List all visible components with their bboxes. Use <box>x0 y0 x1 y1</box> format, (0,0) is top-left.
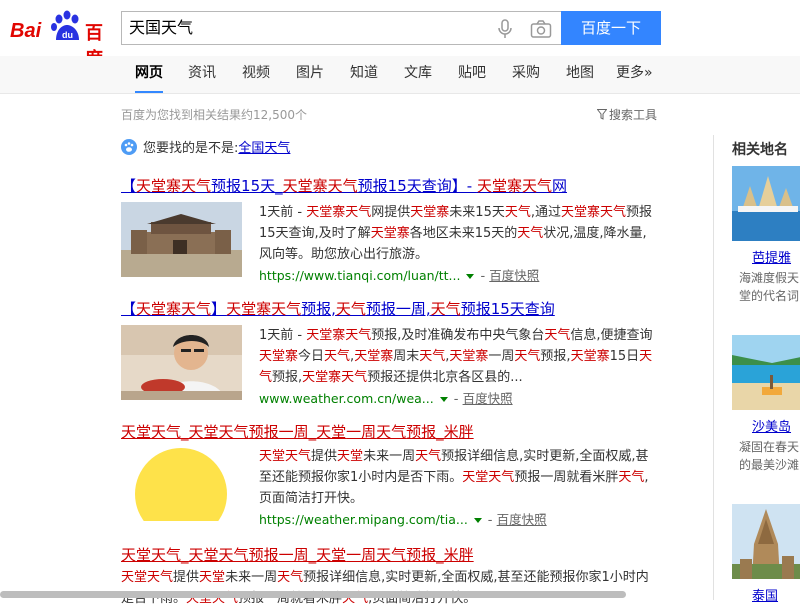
place-image[interactable] <box>732 504 800 579</box>
tab-more[interactable]: 更多» <box>616 56 653 91</box>
result-title[interactable]: 【天堂寨天气预报15天_天堂寨天气预报15天查询】- 天堂寨天气网 <box>121 175 567 196</box>
result-snippet: 天堂天气提供天堂未来一周天气预报详细信息,实时更新,全面权威,甚至还能预报你家1… <box>121 570 649 606</box>
place-image[interactable] <box>732 335 800 410</box>
result-url[interactable]: www.weather.com.cn/wea... <box>259 391 434 406</box>
logo-bai-text: Bai <box>10 20 42 42</box>
tab-video[interactable]: 视频 <box>242 56 270 91</box>
tab-caigou[interactable]: 采购 <box>512 56 540 91</box>
tab-tieba[interactable]: 贴吧 <box>458 56 486 91</box>
dropdown-arrow-icon[interactable] <box>473 518 482 523</box>
result-thumbnail[interactable] <box>121 325 242 400</box>
result-count: 百度为您找到相关结果约12,500个 <box>121 108 307 122</box>
result-title[interactable]: 天堂天气_天堂天气预报一周_天堂一周天气预报_米胖 <box>121 421 474 442</box>
tab-news[interactable]: 资讯 <box>188 56 216 91</box>
result-snippet: 天堂天气提供天堂未来一周天气预报详细信息,实时更新,全面权威,甚至还能预报你家1… <box>259 449 649 528</box>
place-link[interactable]: 芭提雅 <box>752 247 791 266</box>
dropdown-arrow-icon[interactable] <box>466 274 475 279</box>
tab-web[interactable]: 网页 <box>135 56 163 93</box>
paw-badge-icon <box>121 139 137 155</box>
place-description: 凝固在春天 的最美沙滩 <box>739 440 800 472</box>
horizontal-scrollbar[interactable] <box>0 591 626 598</box>
tab-zhidao[interactable]: 知道 <box>350 56 378 91</box>
result-title[interactable]: 天堂天气_天堂天气预报一周_天堂一周天气预报_米胖 <box>121 544 474 565</box>
result-snippet: 1天前 - 天堂寨天气预报,及时准确发布中央气象台天气信息,便捷查询天堂寨今日天… <box>259 328 653 407</box>
tab-images[interactable]: 图片 <box>296 56 324 91</box>
search-tools-button[interactable]: 搜索工具 <box>596 106 658 123</box>
search-button[interactable]: 百度一下 <box>561 11 661 45</box>
result-title[interactable]: 【天堂寨天气】天堂寨天气预报,天气预报一周,天气预报15天查询 <box>121 298 555 319</box>
dropdown-arrow-icon[interactable] <box>439 397 448 402</box>
place-description: 海滩度假天 堂的代名词 <box>739 271 800 303</box>
microphone-icon[interactable] <box>495 19 515 39</box>
search-tools-label: 搜索工具 <box>609 108 658 122</box>
baidu-logo[interactable]: Bai du 百度 <box>10 10 114 70</box>
result-url[interactable]: https://www.tianqi.com/luan/tt... <box>259 268 460 283</box>
did-you-mean-link[interactable]: 全国天气 <box>238 141 290 156</box>
cache-link[interactable]: 百度快照 <box>463 391 513 406</box>
place-link[interactable]: 沙美岛 <box>752 416 791 435</box>
result-url[interactable]: https://weather.mipang.com/tia... <box>259 512 468 527</box>
place-link[interactable]: 泰国 <box>752 585 778 604</box>
result-thumbnail[interactable] <box>121 446 242 521</box>
did-you-mean: 您要找的是不是:全国天气 <box>121 139 290 157</box>
filter-icon <box>596 109 608 120</box>
logo-du-text: du <box>62 30 73 40</box>
related-places-sidebar: 相关地名 芭提雅 海滩度假天 堂的代名词 沙美岛 凝固在春天 的最美沙滩 泰国 <box>713 135 800 604</box>
search-input[interactable]: 天国天气 <box>129 12 193 44</box>
result-thumbnail[interactable] <box>121 202 242 277</box>
search-box[interactable]: 天国天气 <box>121 11 561 45</box>
camera-icon[interactable] <box>530 19 552 39</box>
did-you-mean-prefix: 您要找的是不是: <box>143 141 239 156</box>
result-snippet: 1天前 - 天堂寨天气网提供天堂寨未来15天天气,通过天堂寨天气预报15天查询,… <box>259 205 653 284</box>
cache-link[interactable]: 百度快照 <box>489 268 539 283</box>
tab-wenku[interactable]: 文库 <box>404 56 432 91</box>
paw-icon: du <box>51 10 79 40</box>
tab-map[interactable]: 地图 <box>566 56 594 91</box>
nav-tabs: 网页 资讯 视频 图片 知道 文库 贴吧 采购 地图 更多» <box>0 56 800 94</box>
vertical-scrollbar[interactable] <box>794 10 800 590</box>
cache-link[interactable]: 百度快照 <box>497 512 547 527</box>
sidebar-title: 相关地名 <box>732 142 788 158</box>
place-image[interactable] <box>732 166 800 241</box>
header: Bai du 百度 天国天气 百度一下 <box>0 0 800 70</box>
